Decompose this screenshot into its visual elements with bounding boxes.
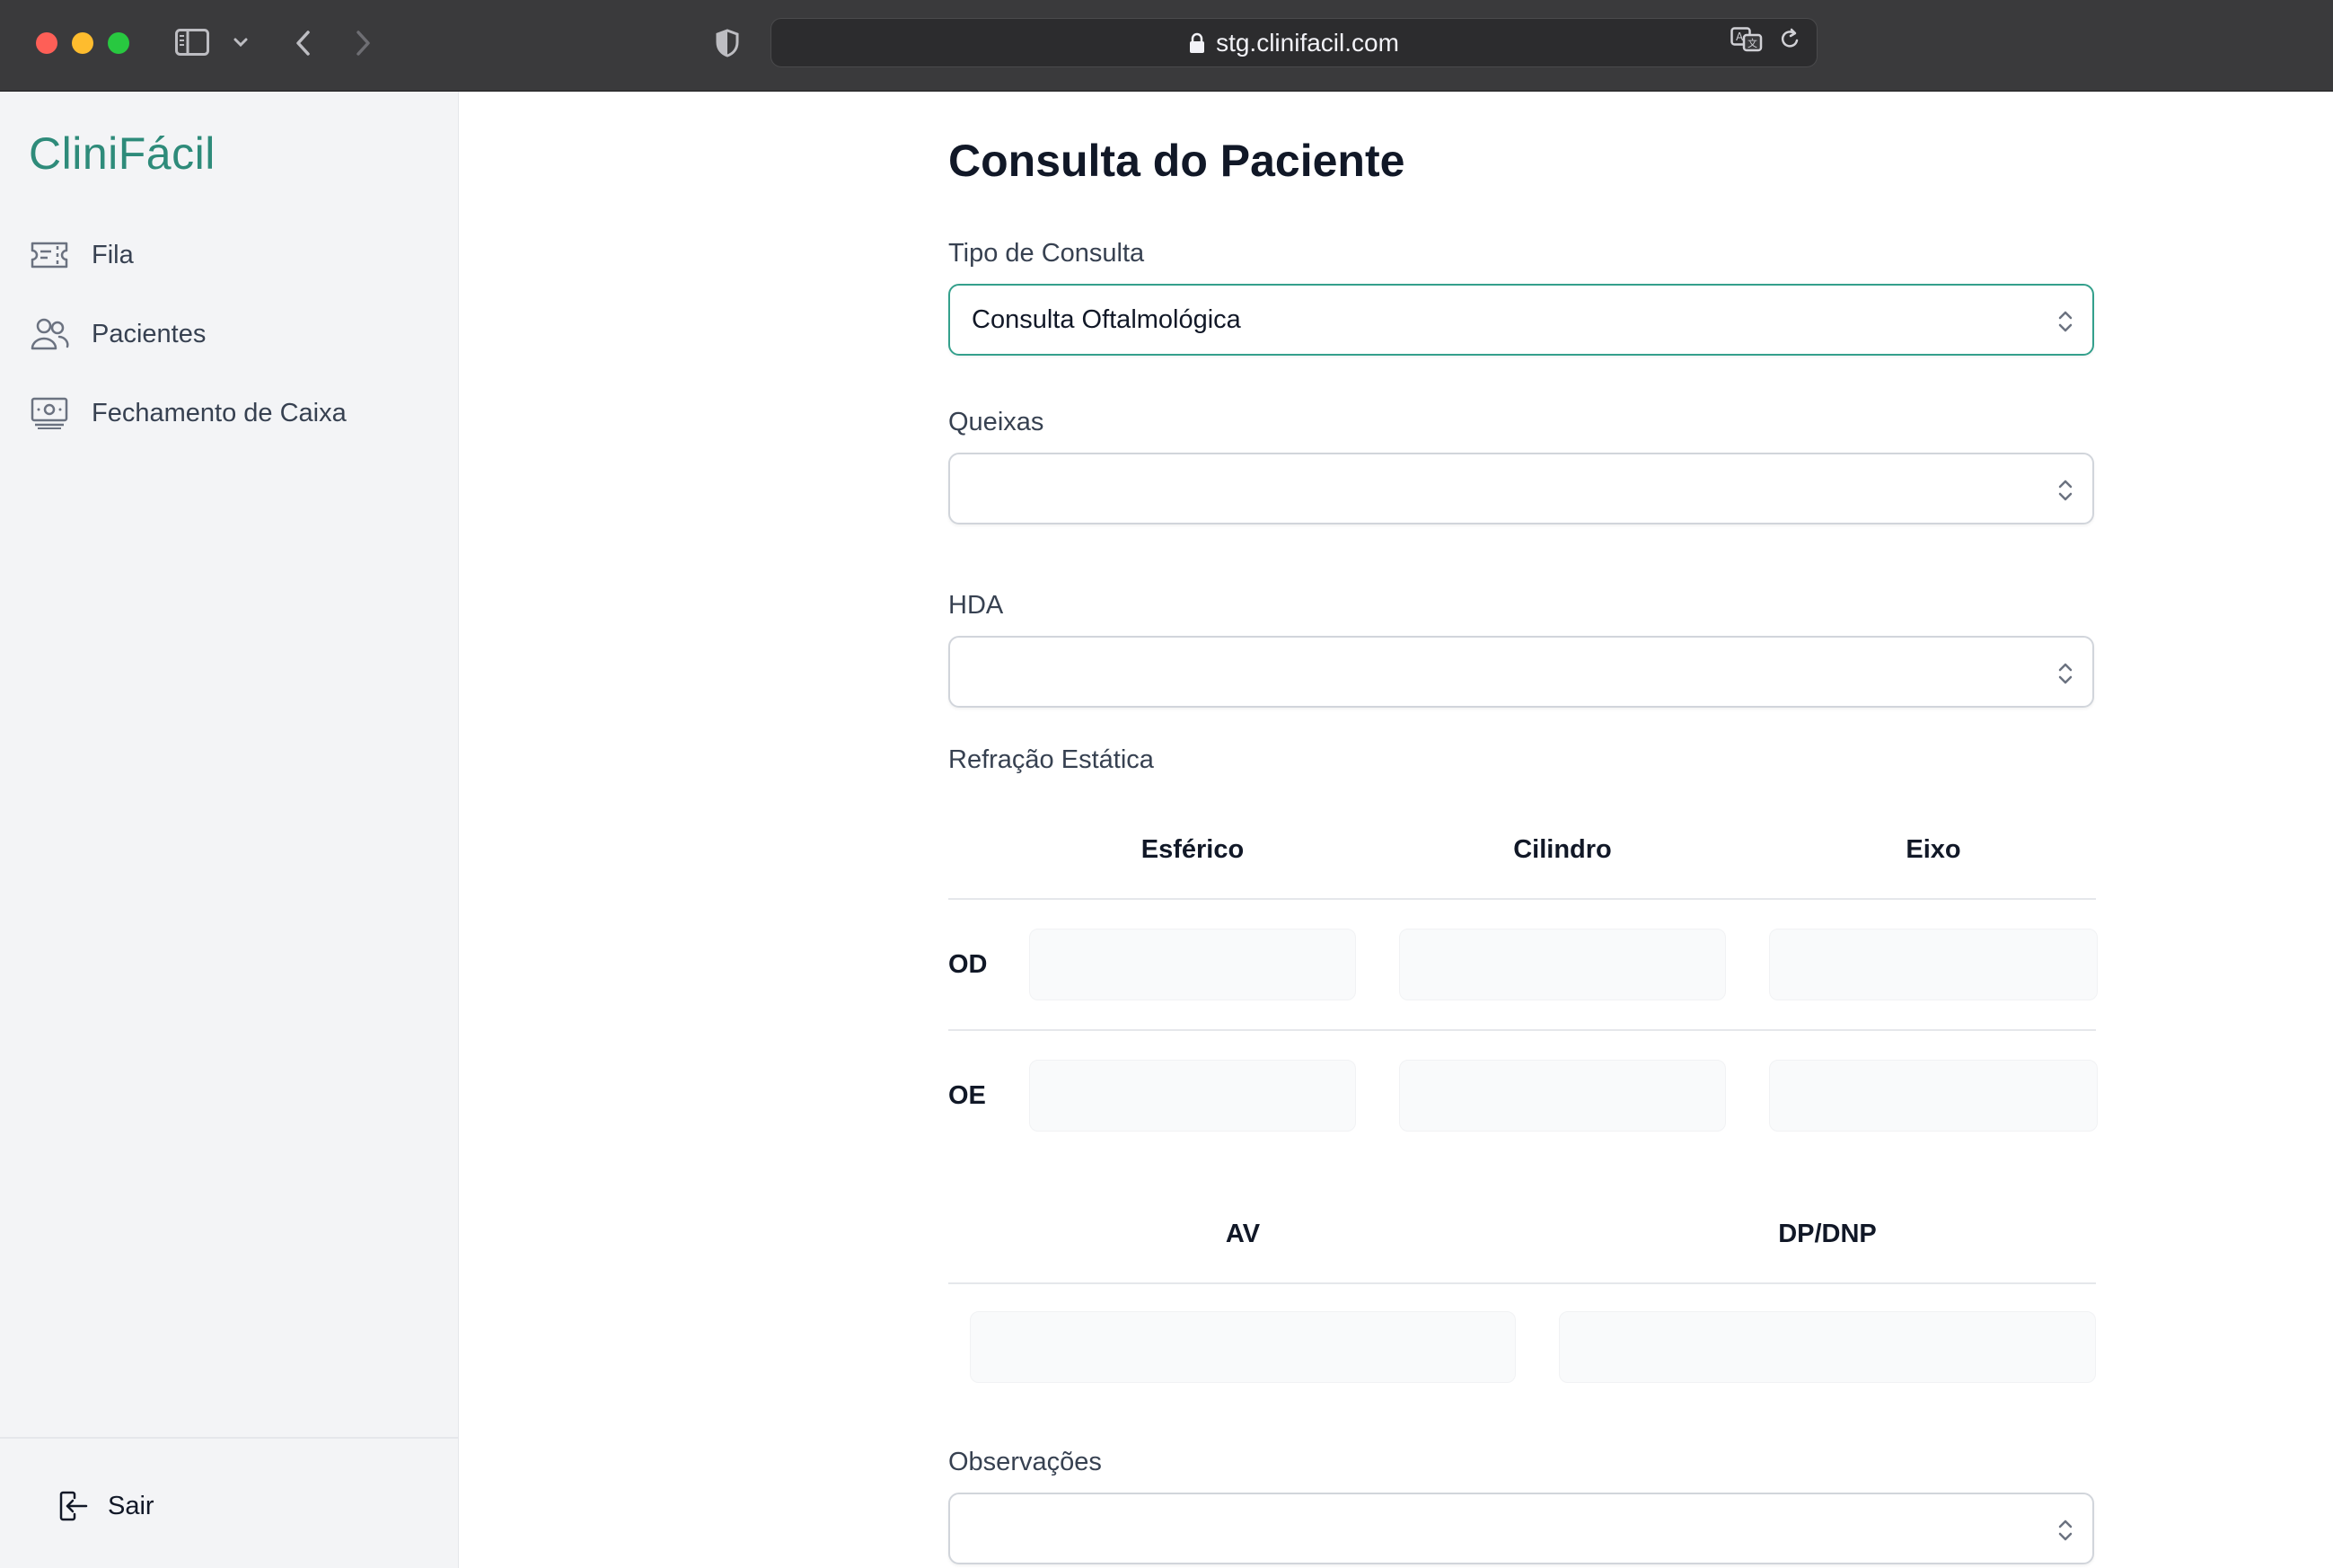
sidebar-item-label: Fechamento de Caixa — [92, 398, 347, 427]
observacoes-select[interactable] — [948, 1493, 2094, 1564]
row-label-oe: OE — [948, 1081, 986, 1110]
hda-label: HDA — [948, 591, 1004, 620]
sidebar: CliniFácil Fila Pacientes Fechamento de … — [0, 92, 459, 1568]
table-divider — [948, 1282, 2096, 1284]
observacoes-label: Observações — [948, 1448, 1102, 1476]
chevron-up-down-icon — [2056, 309, 2074, 334]
column-header-cilindro: Cilindro — [1513, 835, 1612, 864]
sidebar-item-pacientes[interactable]: Pacientes — [29, 307, 206, 361]
maximize-window-button[interactable] — [108, 32, 129, 54]
tipo-consulta-select[interactable]: Consulta Oftalmológica — [948, 284, 2094, 356]
privacy-shield-icon[interactable] — [713, 27, 742, 59]
cash-icon — [29, 395, 70, 431]
hda-select[interactable] — [948, 636, 2094, 708]
address-bar[interactable]: stg.clinifacil.com A文 — [770, 18, 1818, 67]
oe-esferico-input[interactable] — [1029, 1060, 1356, 1132]
logout-button[interactable]: Sair — [56, 1484, 154, 1528]
chevron-up-down-icon — [2056, 478, 2074, 503]
sidebar-toggle-icon[interactable] — [174, 27, 210, 57]
tipo-consulta-value: Consulta Oftalmológica — [972, 305, 1241, 334]
queixas-label: Queixas — [948, 408, 1044, 436]
minimize-window-button[interactable] — [72, 32, 93, 54]
svg-text:A: A — [1736, 31, 1744, 43]
od-esferico-input[interactable] — [1029, 929, 1356, 1000]
logout-label: Sair — [108, 1491, 154, 1520]
ticket-icon — [29, 237, 70, 273]
od-cilindro-input[interactable] — [1399, 929, 1726, 1000]
chevron-up-down-icon — [2056, 661, 2074, 686]
column-header-av: AV — [1225, 1220, 1261, 1248]
row-label-od: OD — [948, 950, 988, 979]
browser-toolbar: stg.clinifacil.com A文 — [0, 0, 2333, 92]
logout-icon — [56, 1488, 92, 1524]
page-title: Consulta do Paciente — [948, 136, 1405, 186]
sidebar-item-label: Fila — [92, 240, 134, 269]
refracao-label: Refração Estática — [948, 745, 1154, 774]
oe-cilindro-input[interactable] — [1399, 1060, 1726, 1132]
od-eixo-input[interactable] — [1769, 929, 2098, 1000]
queixas-select[interactable] — [948, 453, 2094, 524]
sidebar-item-label: Pacientes — [92, 319, 207, 348]
back-icon[interactable] — [289, 25, 316, 61]
reload-icon[interactable] — [1779, 28, 1800, 57]
chevron-down-icon[interactable] — [230, 32, 251, 52]
av-input[interactable] — [970, 1311, 1516, 1383]
table-divider — [948, 1029, 2096, 1031]
column-header-eixo: Eixo — [1906, 835, 1961, 864]
column-header-esferico: Esférico — [1140, 835, 1245, 864]
svg-text:文: 文 — [1748, 37, 1757, 49]
column-header-dp-dnp: DP/DNP — [1778, 1220, 1877, 1248]
table-divider — [948, 898, 2096, 900]
close-window-button[interactable] — [36, 32, 57, 54]
app-logo[interactable]: CliniFácil — [29, 128, 216, 180]
chevron-up-down-icon — [2056, 1518, 2074, 1543]
sidebar-item-fechamento-de-caixa[interactable]: Fechamento de Caixa — [29, 386, 347, 440]
url-text: stg.clinifacil.com — [1216, 28, 1399, 57]
oe-eixo-input[interactable] — [1769, 1060, 2098, 1132]
sidebar-item-fila[interactable]: Fila — [29, 228, 134, 282]
dp-dnp-input[interactable] — [1559, 1311, 2096, 1383]
sidebar-divider — [0, 1437, 458, 1439]
tipo-consulta-label: Tipo de Consulta — [948, 239, 1145, 268]
lock-icon — [1189, 32, 1205, 54]
users-icon — [29, 316, 70, 352]
translate-icon[interactable]: A文 — [1730, 27, 1763, 58]
forward-icon[interactable] — [350, 25, 377, 61]
